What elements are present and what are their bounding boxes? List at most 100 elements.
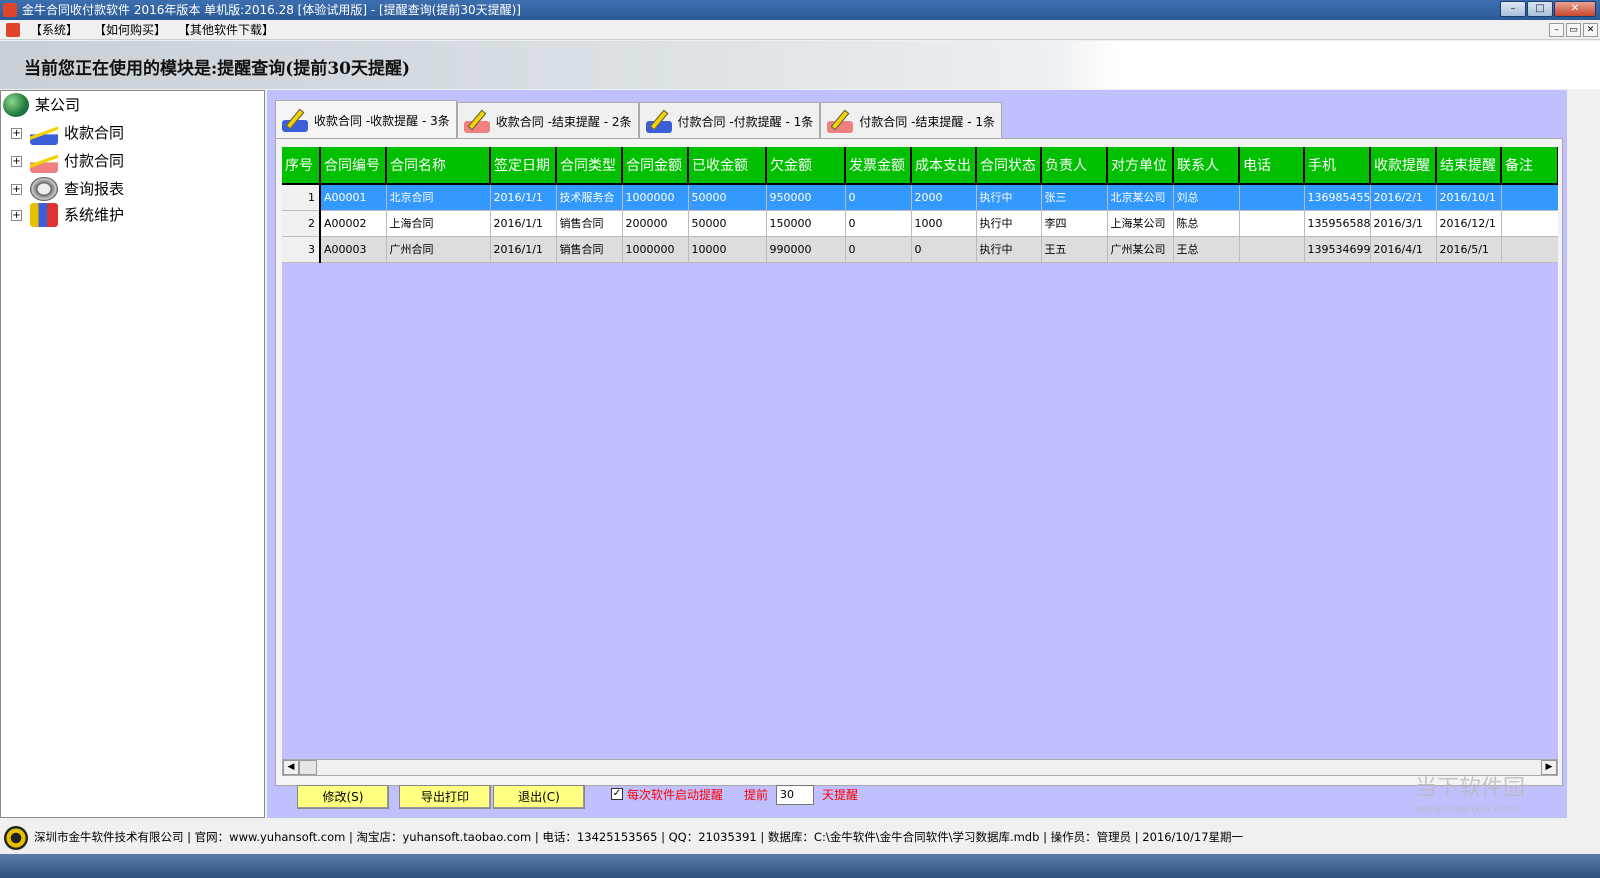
export-print-button[interactable]: 导出打印 (399, 785, 491, 809)
table-cell[interactable]: 150000 (766, 210, 846, 237)
table-cell[interactable]: 990000 (766, 236, 846, 263)
tree-item-maintenance[interactable]: + 系统维护 (11, 203, 124, 227)
table-cell[interactable]: 2016/1/1 (490, 236, 557, 263)
expand-icon[interactable]: + (11, 183, 22, 195)
column-header[interactable]: 对方单位 (1107, 147, 1174, 185)
close-button[interactable]: ✕ (1554, 1, 1596, 17)
table-row[interactable]: 3 A00003 广州合同 2016/1/1 销售合同 1000000 10000 99000… (282, 236, 1558, 263)
exit-button[interactable]: 退出(C) (493, 785, 585, 809)
table-cell[interactable]: 上海合同 (386, 210, 491, 237)
table-cell[interactable]: 1 (282, 184, 321, 211)
expand-icon[interactable]: + (11, 127, 22, 139)
child-minimize-button[interactable]: – (1549, 23, 1564, 37)
table-cell[interactable] (1239, 210, 1305, 237)
table-cell[interactable]: 2016/1/1 (490, 210, 557, 237)
table-cell[interactable]: 2016/10/1 (1436, 184, 1502, 211)
scroll-left-button[interactable]: ◀ (283, 760, 299, 775)
table-cell[interactable]: 1000000 (622, 184, 689, 211)
column-header[interactable]: 合同金额 (622, 147, 689, 185)
column-header[interactable]: 手机 (1304, 147, 1371, 185)
table-row[interactable]: 2 A00002 上海合同 2016/1/1 销售合同 200000 50000 150000… (282, 210, 1558, 237)
menu-other-downloads[interactable]: 【其他软件下载】 (178, 20, 274, 40)
startup-reminder-checkbox[interactable]: ✓ (611, 788, 623, 800)
table-cell[interactable]: 销售合同 (556, 236, 623, 263)
scroll-thumb[interactable] (299, 760, 317, 775)
column-header[interactable]: 结束提醒 (1436, 147, 1502, 185)
table-cell[interactable]: 销售合同 (556, 210, 623, 237)
column-header[interactable]: 签定日期 (490, 147, 557, 185)
menu-system[interactable]: 【系统】 (30, 20, 78, 40)
table-row[interactable]: 1 A00001 北京合同 2016/1/1 技术服务合 1000000 50000 9500… (282, 184, 1558, 211)
column-header[interactable]: 负责人 (1041, 147, 1108, 185)
table-cell[interactable]: 50000 (688, 210, 767, 237)
table-cell[interactable] (1239, 184, 1305, 211)
table-cell[interactable]: A00002 (320, 210, 387, 237)
column-header[interactable]: 欠金额 (766, 147, 846, 185)
table-cell[interactable]: 950000 (766, 184, 846, 211)
table-cell[interactable]: 1000000 (622, 236, 689, 263)
expand-icon[interactable]: + (11, 155, 22, 167)
column-header[interactable]: 成本支出 (911, 147, 977, 185)
table-cell[interactable]: 刘总 (1173, 184, 1240, 211)
tree-item-reports[interactable]: + 查询报表 (11, 177, 124, 201)
table-cell[interactable]: 北京合同 (386, 184, 491, 211)
expand-icon[interactable]: + (11, 209, 22, 221)
table-cell[interactable]: 北京某公司 (1107, 184, 1174, 211)
column-header[interactable]: 已收金额 (688, 147, 767, 185)
menu-how-to-buy[interactable]: 【如何购买】 (94, 20, 166, 40)
table-cell[interactable]: 13698545588 (1304, 184, 1371, 211)
column-header[interactable]: 收款提醒 (1370, 147, 1437, 185)
table-cell[interactable]: 0 (845, 210, 912, 237)
table-cell[interactable]: 2016/4/1 (1370, 236, 1437, 263)
scroll-right-button[interactable]: ▶ (1541, 760, 1557, 775)
table-cell[interactable]: A00001 (320, 184, 387, 211)
column-header[interactable]: 序号 (282, 147, 321, 185)
table-cell[interactable]: 13953469988 (1304, 236, 1371, 263)
child-restore-button[interactable]: ▭ (1566, 23, 1581, 37)
table-cell[interactable]: 200000 (622, 210, 689, 237)
table-cell[interactable]: 0 (845, 236, 912, 263)
maximize-button[interactable]: □ (1527, 1, 1553, 17)
table-cell[interactable]: 2016/12/1 (1436, 210, 1502, 237)
tree-root[interactable]: 某公司 (3, 93, 80, 117)
reminder-days-input[interactable]: 30 (776, 785, 814, 805)
column-header[interactable]: 备注 (1501, 147, 1558, 185)
table-cell[interactable]: 13595658888 (1304, 210, 1371, 237)
table-cell[interactable]: 3 (282, 236, 321, 263)
tree-item-receivable-contracts[interactable]: + 收款合同 (11, 121, 124, 145)
column-header[interactable]: 发票金额 (845, 147, 912, 185)
table-cell[interactable]: 2016/2/1 (1370, 184, 1437, 211)
tab-3[interactable]: 付款合同 -付款提醒 - 1条 (638, 102, 821, 140)
column-header[interactable]: 电话 (1239, 147, 1305, 185)
table-cell[interactable]: 技术服务合 (556, 184, 623, 211)
edit-button[interactable]: 修改(S) (297, 785, 389, 809)
column-header[interactable]: 合同名称 (386, 147, 491, 185)
table-cell[interactable]: 1000 (911, 210, 977, 237)
table-cell[interactable]: 2 (282, 210, 321, 237)
column-header[interactable]: 联系人 (1173, 147, 1240, 185)
table-cell[interactable]: 王总 (1173, 236, 1240, 263)
table-cell[interactable]: A00003 (320, 236, 387, 263)
table-cell[interactable]: 上海某公司 (1107, 210, 1174, 237)
table-cell[interactable]: 2000 (911, 184, 977, 211)
table-cell[interactable] (1501, 184, 1558, 211)
column-header[interactable]: 合同编号 (320, 147, 387, 185)
table-cell[interactable]: 10000 (688, 236, 767, 263)
tab-2[interactable]: 收款合同 -结束提醒 - 2条 (456, 102, 639, 140)
table-cell[interactable]: 0 (911, 236, 977, 263)
column-header[interactable]: 合同类型 (556, 147, 623, 185)
table-cell[interactable]: 陈总 (1173, 210, 1240, 237)
table-cell[interactable]: 广州合同 (386, 236, 491, 263)
table-cell[interactable] (1239, 236, 1305, 263)
table-cell[interactable]: 执行中 (976, 184, 1042, 211)
table-cell[interactable]: 50000 (688, 184, 767, 211)
column-header[interactable]: 合同状态 (976, 147, 1042, 185)
table-cell[interactable] (1501, 236, 1558, 263)
table-cell[interactable]: 执行中 (976, 236, 1042, 263)
tree-item-payable-contracts[interactable]: + 付款合同 (11, 149, 124, 173)
table-cell[interactable]: 张三 (1041, 184, 1108, 211)
table-cell[interactable]: 2016/5/1 (1436, 236, 1502, 263)
table-cell[interactable]: 广州某公司 (1107, 236, 1174, 263)
table-cell[interactable]: 2016/1/1 (490, 184, 557, 211)
app-menu-icon[interactable] (6, 23, 20, 37)
